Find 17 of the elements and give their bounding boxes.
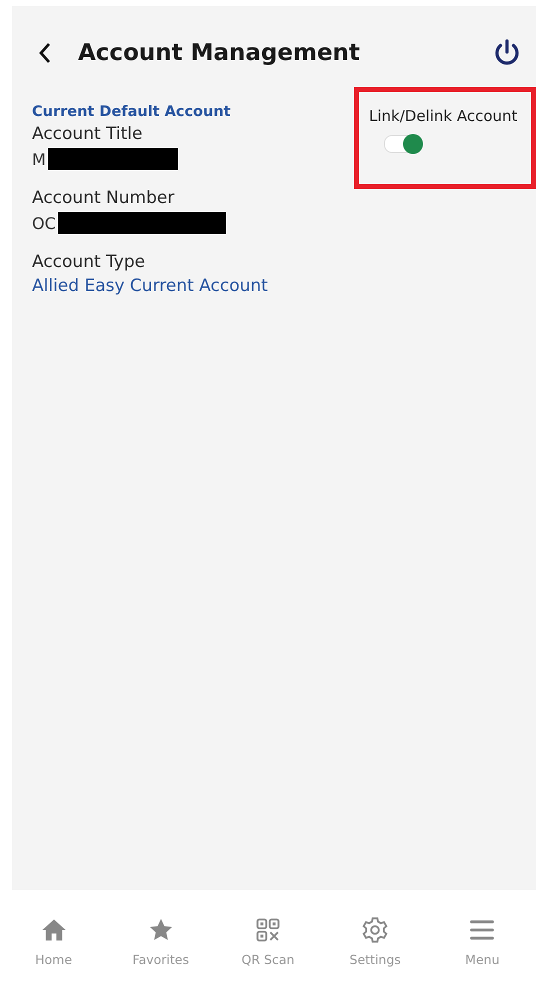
gear-icon — [361, 916, 390, 944]
field-label: Account Title — [32, 124, 144, 144]
field-label: Account Type — [32, 252, 146, 272]
qr-code-icon — [254, 916, 282, 944]
field-label: Account Number — [32, 188, 176, 208]
nav-item[interactable]: Settings — [330, 916, 420, 967]
nav-item[interactable]: Favorites — [116, 916, 206, 967]
field-value: OC — [32, 214, 56, 232]
field-value: Allied Easy Current Account — [32, 276, 268, 296]
toggle-label: Link/Delink Account — [369, 107, 518, 125]
link-toggle[interactable] — [384, 135, 422, 153]
nav-item[interactable]: QR Scan — [222, 916, 313, 967]
nav-item[interactable]: Home — [8, 916, 99, 967]
nav-item[interactable]: Menu — [437, 916, 528, 967]
page-title: Account Management — [78, 40, 361, 66]
section-title: Current Default Account — [32, 104, 231, 120]
field-value: M — [32, 150, 46, 168]
